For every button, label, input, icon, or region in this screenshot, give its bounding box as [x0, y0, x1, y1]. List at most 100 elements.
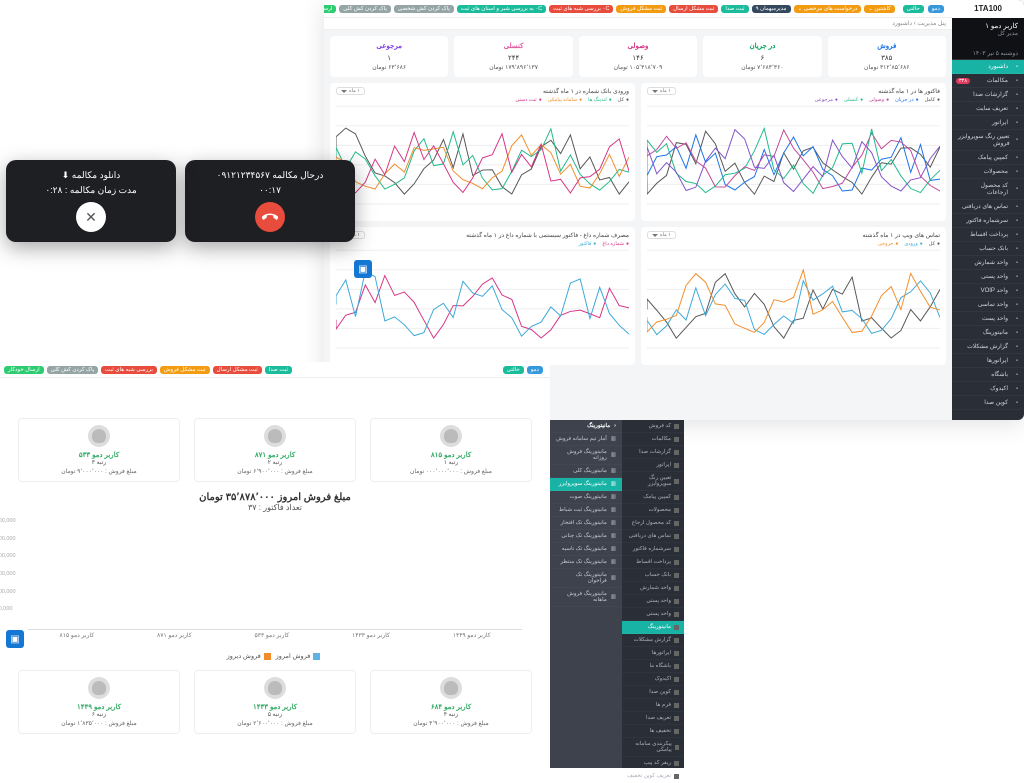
topbar-pill[interactable]: مدیرمیهمان ۹: [752, 5, 791, 13]
sidebar-item[interactable]: ▪واحد پست: [952, 312, 1024, 326]
submenu-item[interactable]: ▥مانیتورینگ کلی: [550, 465, 622, 478]
sidebar-item[interactable]: ▪پرداخت اقساط: [952, 228, 1024, 242]
sidebar2-item[interactable]: تماس های دریافتی: [622, 530, 684, 543]
pill-alt[interactable]: حالتی: [903, 5, 924, 13]
topbar-pill[interactable]: درخواست های مرخصی ⌄: [794, 5, 862, 13]
sidebar-item[interactable]: ▪کمپین پیامک: [952, 151, 1024, 165]
submenu-item[interactable]: ▥مانیتورینگ تک چنانی: [550, 530, 622, 543]
sidebar-item[interactable]: ▪واحد تماسی: [952, 298, 1024, 312]
hangup-button[interactable]: [255, 202, 285, 232]
sidebar2-item[interactable]: گزارشات صدا: [622, 446, 684, 459]
sidebar-item[interactable]: ▪بانک حساب: [952, 242, 1024, 256]
sidebar-item[interactable]: ▪سرشماره فاکتور: [952, 214, 1024, 228]
user-card[interactable]: کاربر دمو ۶۸۴رتبه ۴مبلغ فروش : ۴٬۹۰۰٬۰۰۰…: [370, 670, 532, 734]
topbar-pill[interactable]: بررسی شبه های ثبت: [101, 366, 157, 374]
topbar-pill[interactable]: ثبت مشکل فروش: [160, 366, 210, 374]
sidebar-item[interactable]: ▪مکالمات۳۴۸: [952, 74, 1024, 88]
sidebar-item[interactable]: ▪گزارش مشکلات: [952, 340, 1024, 354]
sidebar2-item[interactable]: محصولات: [622, 504, 684, 517]
sidebar-item[interactable]: ▪تعریف سایت: [952, 102, 1024, 116]
sidebar-item[interactable]: ▪محصولات: [952, 165, 1024, 179]
sidebar2-item[interactable]: کوپن صدا: [622, 686, 684, 699]
sidebar-item[interactable]: ▪مانیتورینگ: [952, 326, 1024, 340]
sidebar2-item[interactable]: کد فروش: [622, 420, 684, 433]
sidebar2-item[interactable]: باشگاه ما: [622, 660, 684, 673]
sidebar2-item[interactable]: پرداخت اقساط: [622, 556, 684, 569]
sidebar2-item[interactable]: کمپین پیامک: [622, 491, 684, 504]
sidebar-item[interactable]: ▪اپراتور: [952, 116, 1024, 130]
contact-fab-icon[interactable]: ▣: [6, 630, 24, 648]
sidebar2-item[interactable]: مکالمات: [622, 433, 684, 446]
topbar-pill[interactable]: ارسال خودکار: [324, 5, 336, 13]
submenu-item[interactable]: ▥مانیتورینگ تک افتخار: [550, 517, 622, 530]
menu-icon: ▪: [1012, 106, 1018, 112]
topbar-pill[interactable]: پاک کردن کش کلی: [47, 366, 99, 374]
sidebar2-item[interactable]: بانک حساب: [622, 569, 684, 582]
menu-icon: ▪: [1012, 218, 1018, 224]
sidebar2-item[interactable]: پیکربندی سامانه پیامکی: [622, 738, 684, 757]
sidebar-item[interactable]: ▪کوپن صدا: [952, 396, 1024, 410]
topbar-pill[interactable]: ثبت صدا: [721, 5, 748, 13]
contact-fab-icon[interactable]: ▣: [354, 260, 372, 278]
submenu-item[interactable]: ▥مانیتورینگ تک فراخوان: [550, 569, 622, 588]
sidebar2-item[interactable]: تعریف کوپن تخفیف: [622, 770, 684, 783]
period-select[interactable]: ۱ ماه: [647, 231, 676, 239]
sidebar-item[interactable]: ▪واحد پستی: [952, 270, 1024, 284]
topbar-pill[interactable]: پاک کردن کش کلی: [339, 5, 391, 13]
pill-alt[interactable]: حالتی: [503, 366, 524, 374]
sidebar2-item[interactable]: اپراتورها: [622, 647, 684, 660]
submenu-item[interactable]: ▥مانیتورینگ صوت: [550, 491, 622, 504]
sidebar2-item[interactable]: تعریف صدا: [622, 712, 684, 725]
topbar-pill[interactable]: ارسال خودکار: [4, 366, 44, 374]
submenu-item[interactable]: ▥مانیتورینگ تک منتظر: [550, 556, 622, 569]
sidebar-item[interactable]: ▪واحد شمارش: [952, 256, 1024, 270]
sidebar2-item[interactable]: ریفر کد پیپ: [622, 757, 684, 770]
sidebar2-item[interactable]: واحد شمارش: [622, 582, 684, 595]
sidebar2-item[interactable]: واحد پستی: [622, 608, 684, 621]
submenu-item[interactable]: ▥مانیتورینگ تک تاسیه: [550, 543, 622, 556]
pill-login[interactable]: دمو: [928, 5, 944, 13]
sidebar2-item[interactable]: اپراتور: [622, 459, 684, 472]
topbar-pill[interactable]: ثبت مشکل ارسال: [669, 5, 718, 13]
sidebar2-item[interactable]: تخفیف ها: [622, 725, 684, 738]
submenu-item[interactable]: ▥آمار تیم سامانه فروش: [550, 433, 622, 446]
sidebar-item[interactable]: ▪داشبورد: [952, 60, 1024, 74]
sidebar2-item[interactable]: واحد پستی: [622, 595, 684, 608]
topbar-pill[interactable]: ثبت صدا: [265, 366, 292, 374]
bar-chart-icon: ▥: [611, 520, 616, 526]
topbar-pill[interactable]: ثبت مشکل ارسال: [213, 366, 262, 374]
close-button[interactable]: ✕: [76, 202, 106, 232]
topbar-pill[interactable]: کاشتین ⌄: [864, 5, 895, 13]
sidebar2-item[interactable]: مانیتورینگ: [622, 621, 684, 634]
sidebar2-item[interactable]: گزارش مشکلات: [622, 634, 684, 647]
sidebar2-item[interactable]: تعیین رنگ سوپروایزر: [622, 472, 684, 491]
topbar-pill[interactable]: ۰C به بررسی شبر و استان های ثبت: [457, 5, 546, 13]
submenu-item[interactable]: ▥مانیتورینگ ثبت شباط: [550, 504, 622, 517]
sidebar-item[interactable]: ▪باشگاه: [952, 368, 1024, 382]
user-card[interactable]: کاربر دمو ۱۴۴۹رتبه ۶مبلغ فروش : ۱٬۸۳۵٬۰۰…: [18, 670, 180, 734]
user-card[interactable]: کاربر دمو ۸۷۱رتبه ۲مبلغ فروش : ۶٬۹۰۰٬۰۰۰…: [194, 418, 356, 482]
user-card[interactable]: کاربر دمو ۱۴۳۳رتبه ۵مبلغ فروش : ۲٬۶۰۰٬۰۰…: [194, 670, 356, 734]
topbar-pill[interactable]: ۰C بررسی شبه های ثبت: [549, 5, 613, 13]
sidebar-item[interactable]: ▪تعیین رنگ سوپروایزر فروش: [952, 130, 1024, 151]
user-card[interactable]: کاربر دمو ۵۳۳رتبه ۳مبلغ فروش : ۹٬۰۰۰٬۰۰۰…: [18, 418, 180, 482]
sidebar-item[interactable]: ▪واحد VOIP: [952, 284, 1024, 298]
sidebar-item[interactable]: ▪کد محصول ارجاعات: [952, 179, 1024, 200]
sidebar-item[interactable]: ▪گزارشات صدا: [952, 88, 1024, 102]
sidebar-item[interactable]: ▪اکیدوک: [952, 382, 1024, 396]
sidebar-item[interactable]: ▪اپراتورها: [952, 354, 1024, 368]
submenu-item[interactable]: ▥مانیتورینگ فروش روزانه: [550, 446, 622, 465]
sidebar2-item[interactable]: سرشماره فاکتور: [622, 543, 684, 556]
pill-login[interactable]: دمو: [527, 366, 543, 374]
sidebar2-item[interactable]: فرم ها: [622, 699, 684, 712]
topbar-pill[interactable]: پاک کردن کش شخصی: [394, 5, 454, 13]
user-card[interactable]: کاربر دمو ۸۱۵رتبه ۱مبلغ فروش : ۰۰۰٬۰۰۰٬۰…: [370, 418, 532, 482]
period-select[interactable]: ۱ ماه: [336, 87, 365, 95]
submenu-item[interactable]: ▥مانیتورینگ فروش ماهانه: [550, 588, 622, 607]
sidebar2-item[interactable]: اکیدوک: [622, 673, 684, 686]
topbar-pill[interactable]: ثبت مشکل فروش: [616, 5, 666, 13]
submenu-item[interactable]: ▥مانیتورینگ سوپروایزر: [550, 478, 622, 491]
sidebar-item[interactable]: ▪تماس های دریافتی: [952, 200, 1024, 214]
sidebar2-item[interactable]: کد محصول ارجاع: [622, 517, 684, 530]
period-select[interactable]: ۱ ماه: [647, 87, 676, 95]
